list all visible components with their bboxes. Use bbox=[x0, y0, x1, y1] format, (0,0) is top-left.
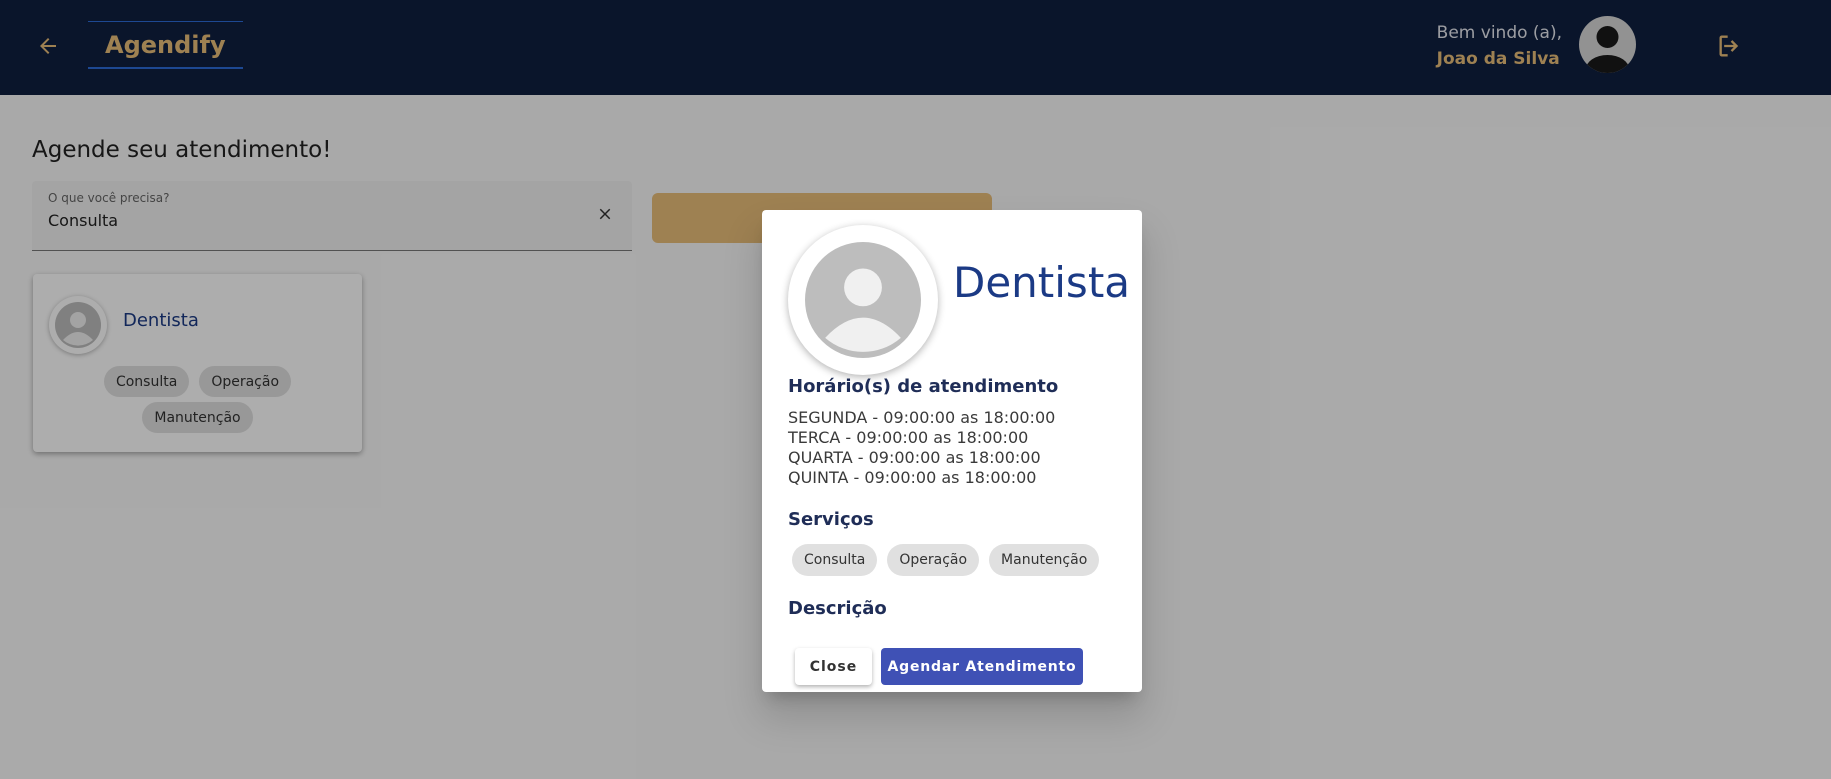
hours-item: TERCA - 09:00:00 as 18:00:00 bbox=[788, 428, 1029, 447]
provider-dialog: Dentista Horário(s) de atendimento SEGUN… bbox=[762, 210, 1142, 692]
person-placeholder-icon bbox=[805, 242, 921, 358]
dialog-avatar bbox=[788, 225, 938, 375]
modal-backdrop-top[interactable] bbox=[0, 0, 1831, 95]
description-heading: Descrição bbox=[788, 598, 887, 619]
hours-item: QUARTA - 09:00:00 as 18:00:00 bbox=[788, 448, 1041, 467]
chip-operacao[interactable]: Operação bbox=[887, 544, 980, 576]
chip-consulta[interactable]: Consulta bbox=[792, 544, 878, 576]
hours-item: SEGUNDA - 09:00:00 as 18:00:00 bbox=[788, 408, 1056, 427]
dialog-title: Dentista bbox=[953, 258, 1131, 307]
services-heading: Serviços bbox=[788, 509, 874, 530]
hours-list: SEGUNDA - 09:00:00 as 18:00:00 TERCA - 0… bbox=[788, 408, 1055, 488]
hours-item: QUINTA - 09:00:00 as 18:00:00 bbox=[788, 468, 1037, 487]
close-button[interactable]: Close bbox=[795, 648, 872, 685]
hours-heading: Horário(s) de atendimento bbox=[788, 376, 1059, 397]
dialog-service-chips: Consulta Operação Manutenção bbox=[792, 544, 1100, 576]
schedule-button[interactable]: Agendar Atendimento bbox=[881, 648, 1083, 685]
chip-manutencao[interactable]: Manutenção bbox=[989, 544, 1100, 576]
